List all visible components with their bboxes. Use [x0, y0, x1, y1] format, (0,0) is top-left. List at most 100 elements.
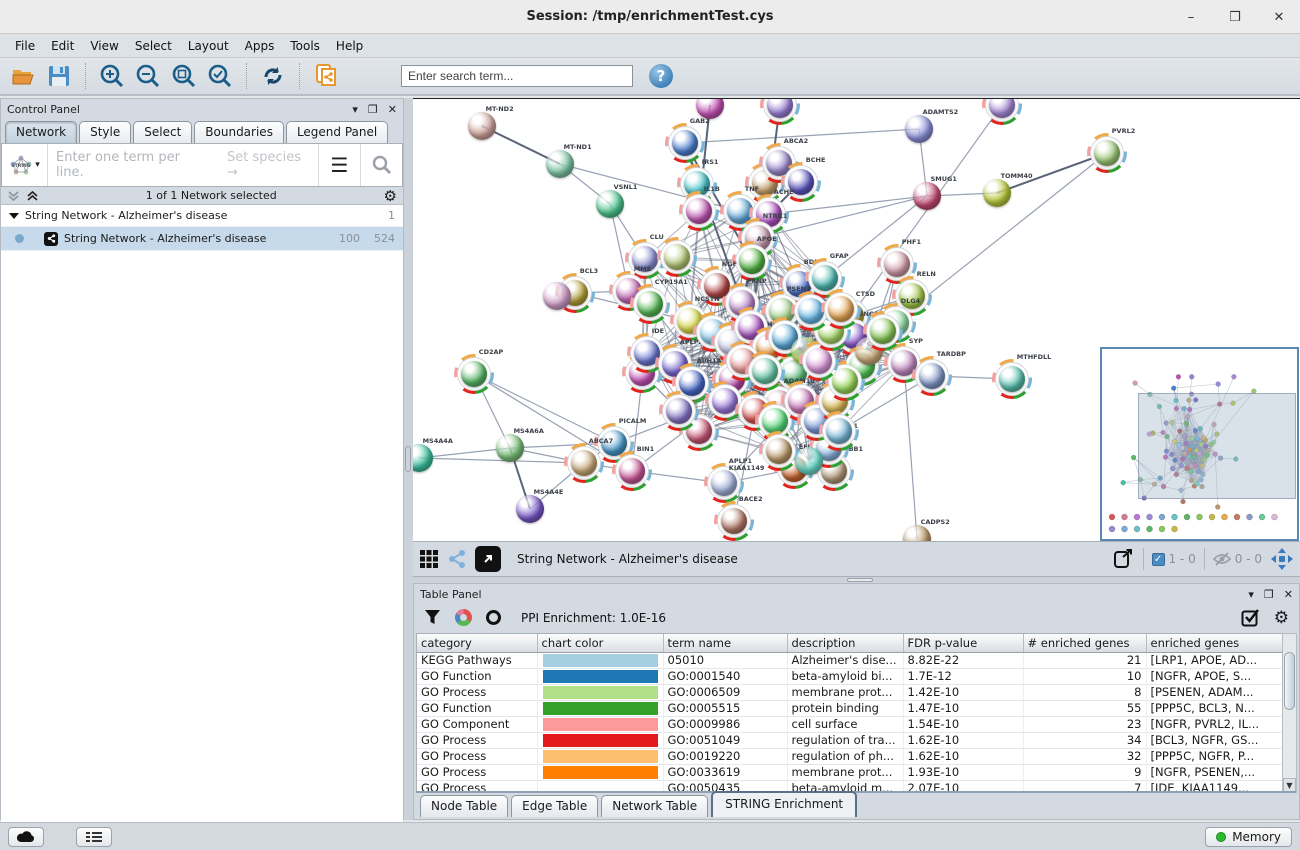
cloud-status-button[interactable]	[8, 827, 44, 847]
network-node[interactable]	[659, 391, 699, 431]
string-options-button[interactable]: ☰	[318, 144, 360, 186]
network-node[interactable]	[657, 237, 697, 277]
export-image-icon[interactable]	[1113, 548, 1135, 570]
network-node[interactable]	[745, 351, 785, 391]
tab-network[interactable]: Network	[5, 121, 77, 143]
column-header-FDR-p-value[interactable]: FDR p-value	[903, 634, 1023, 652]
network-node-bche[interactable]: BCHE	[781, 162, 821, 202]
select-columns-icon[interactable]	[1241, 608, 1260, 627]
network-node-bace2[interactable]: BACE2	[714, 501, 754, 541]
network-node-pvrl2[interactable]: PVRL2	[1087, 133, 1127, 173]
tab-network-table[interactable]: Network Table	[601, 795, 708, 817]
table-row[interactable]: GO FunctionGO:0001540beta-amyloid bi...1…	[417, 668, 1283, 684]
table-settings-gear-icon[interactable]: ⚙	[1274, 608, 1289, 628]
menu-item-layout[interactable]: Layout	[181, 36, 236, 56]
network-node-tardbp[interactable]: TARDBP	[912, 356, 952, 396]
tab-legend-panel[interactable]: Legend Panel	[286, 121, 388, 143]
help-button[interactable]: ?	[649, 64, 673, 88]
menu-item-view[interactable]: View	[83, 36, 125, 56]
network-node[interactable]	[821, 289, 861, 329]
table-panel-menu-icon[interactable]: ▾	[1248, 588, 1254, 601]
zoom-fit-button[interactable]	[169, 61, 199, 91]
network-canvas[interactable]: MT-ND2MT-ND1VSNL1GAB2IRS1CHATABCA2BCHEIL…	[413, 98, 1300, 541]
network-node[interactable]	[759, 431, 799, 471]
table-vertical-scrollbar[interactable]: ▼	[1282, 633, 1297, 793]
network-node-bin1[interactable]: BIN1	[612, 451, 652, 491]
memory-button[interactable]: Memory	[1205, 827, 1292, 847]
zoom-selected-button[interactable]	[205, 61, 235, 91]
network-collection-row[interactable]: String Network - Alzheimer's disease 1	[1, 205, 403, 227]
string-query-input[interactable]: Enter one term per line. Set species →	[48, 144, 318, 186]
menu-item-apps[interactable]: Apps	[238, 36, 282, 56]
birds-eye-view[interactable]	[1100, 347, 1299, 541]
network-node-il1b[interactable]: IL1B	[679, 191, 719, 231]
detach-view-button[interactable]	[475, 546, 501, 572]
network-node-mt-nd2[interactable]: MT-ND2	[467, 111, 497, 141]
clone-network-button[interactable]	[311, 61, 341, 91]
network-node-cyp19a1[interactable]: CYP19A1	[630, 284, 670, 324]
menu-item-tools[interactable]: Tools	[283, 36, 327, 56]
window-close-button[interactable]: ✕	[1268, 10, 1290, 25]
network-node-abca7[interactable]: ABCA7	[564, 443, 604, 483]
chart-icon[interactable]	[455, 609, 472, 626]
table-panel-close-icon[interactable]: ✕	[1284, 588, 1293, 601]
tab-boundaries[interactable]: Boundaries	[194, 121, 284, 143]
collection-expander-icon[interactable]	[9, 213, 19, 219]
splitter-handle[interactable]	[847, 578, 873, 582]
set-species-hint[interactable]: Set species →	[227, 150, 310, 180]
network-row[interactable]: String Network - Alzheimer's disease 100…	[1, 227, 403, 251]
network-list-gear-icon[interactable]: ⚙	[384, 187, 397, 205]
table-row[interactable]: KEGG Pathways05010Alzheimer's dise...8.8…	[417, 652, 1283, 668]
network-node-ms4a6a[interactable]: MS4A6A	[495, 433, 525, 463]
refresh-button[interactable]	[258, 61, 288, 91]
table-row[interactable]: GO ProcessGO:0019220regulation of ph...1…	[417, 748, 1283, 764]
network-node-mt-nd1[interactable]: MT-ND1	[545, 149, 575, 179]
filter-icon[interactable]	[424, 609, 441, 626]
zoom-in-button[interactable]	[97, 61, 127, 91]
network-node-ms4a4e[interactable]: MS4A4E	[515, 494, 545, 524]
network-node-mthfdll[interactable]: MTHFDLL	[992, 359, 1032, 399]
search-input[interactable]	[401, 65, 633, 87]
control-panel-float-icon[interactable]: ❐	[368, 103, 378, 116]
ring-chart-icon[interactable]	[486, 610, 501, 625]
tab-string-enrichment[interactable]: STRING Enrichment	[711, 791, 857, 817]
menu-item-edit[interactable]: Edit	[44, 36, 81, 56]
birds-eye-viewport[interactable]	[1138, 393, 1296, 499]
column-header--enriched-genes[interactable]: # enriched genes	[1023, 634, 1146, 652]
expand-all-icon[interactable]	[26, 190, 39, 202]
tab-select[interactable]: Select	[133, 121, 192, 143]
string-search-button[interactable]	[360, 144, 402, 186]
table-panel-float-icon[interactable]: ❐	[1264, 588, 1274, 601]
control-panel-close-icon[interactable]: ✕	[388, 103, 397, 116]
network-node-gab2[interactable]: GAB2	[665, 123, 705, 163]
column-header-description[interactable]: description	[787, 634, 903, 652]
network-node[interactable]	[542, 281, 572, 311]
window-minimize-button[interactable]: –	[1180, 10, 1202, 25]
task-history-button[interactable]	[76, 827, 112, 847]
scrollbar-thumb[interactable]	[1284, 652, 1295, 710]
network-node[interactable]	[794, 446, 824, 476]
birdseye-toggle-icon[interactable]	[1270, 547, 1294, 571]
column-header-chart-color[interactable]: chart color	[537, 634, 663, 652]
menu-item-help[interactable]: Help	[329, 36, 370, 56]
table-row[interactable]: GO ProcessGO:0006509membrane prot...1.42…	[417, 684, 1283, 700]
network-node[interactable]	[819, 411, 859, 451]
table-row[interactable]: GO ProcessGO:0033619membrane prot...1.93…	[417, 764, 1283, 780]
control-panel-menu-icon[interactable]: ▾	[352, 103, 358, 116]
menu-item-select[interactable]: Select	[128, 36, 179, 56]
network-node[interactable]	[863, 311, 903, 351]
network-node-vsnl1[interactable]: VSNL1	[595, 189, 625, 219]
splitter-handle[interactable]	[405, 446, 411, 472]
network-node-tomm40[interactable]: TOMM40	[982, 178, 1012, 208]
tab-style[interactable]: Style	[79, 121, 131, 143]
column-header-category[interactable]: category	[417, 634, 537, 652]
menu-item-file[interactable]: File	[8, 36, 42, 56]
grid-mode-icon[interactable]	[419, 549, 439, 569]
column-header-term-name[interactable]: term name	[663, 634, 787, 652]
string-source-selector[interactable]: STRING ▾	[2, 144, 48, 186]
window-maximize-button[interactable]: ❒	[1224, 10, 1246, 25]
table-row[interactable]: GO FunctionGO:0005515protein binding1.47…	[417, 700, 1283, 716]
network-node-apoe[interactable]: APOE	[732, 241, 772, 281]
open-session-button[interactable]	[8, 61, 38, 91]
column-header-enriched-genes[interactable]: enriched genes	[1146, 634, 1283, 652]
